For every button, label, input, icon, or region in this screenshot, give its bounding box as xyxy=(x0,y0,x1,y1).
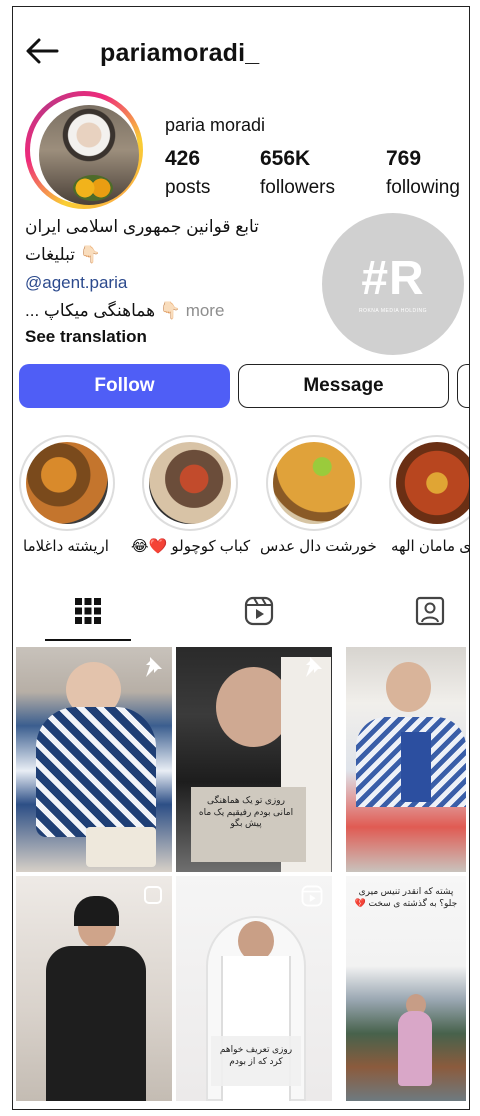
highlight-2-image xyxy=(149,442,231,524)
profile-username: pariamoradi_ xyxy=(100,39,260,67)
followers-stat[interactable]: 656K followers xyxy=(260,147,335,199)
profile-screen: pariamoradi_ paria moradi 426 posts 656K… xyxy=(12,6,470,1110)
reels-tab[interactable] xyxy=(239,591,279,631)
posts-count: 426 xyxy=(165,147,201,170)
post-6[interactable]: پشته که انقدر تنیس میری جلو؟ به گذشته ی … xyxy=(346,876,466,1101)
tagged-icon xyxy=(415,596,445,626)
avatar[interactable] xyxy=(39,105,139,205)
profile-full-name: paria moradi xyxy=(165,115,266,135)
post-3[interactable] xyxy=(346,647,466,872)
followers-count: 656K xyxy=(260,147,311,170)
bio-line-4: 👇🏻 هماهنگی میکاپ ... more xyxy=(25,301,325,321)
highlight-2-label: کباب کوچولو ❤️😂 xyxy=(131,538,251,555)
reels-icon xyxy=(244,596,274,626)
watermark-sub-text: ROKNA MEDIA HOLDING xyxy=(358,307,428,314)
watermark-main-text: #R xyxy=(361,251,425,305)
pin-icon xyxy=(142,655,164,682)
pin-icon xyxy=(302,655,324,682)
watermark-logo: #R ROKNA MEDIA HOLDING xyxy=(322,213,464,355)
post-5[interactable]: روزی تعریف خواهم کرد که از بودم xyxy=(176,876,332,1101)
highlight-1-image xyxy=(26,442,108,524)
tagged-tab[interactable] xyxy=(410,591,450,631)
highlight-4-label: ی مامان الهه xyxy=(391,538,470,555)
post-4[interactable] xyxy=(16,876,172,1101)
suggested-users-button[interactable] xyxy=(457,364,469,408)
following-stat[interactable]: 769 following xyxy=(386,147,460,199)
more-link[interactable]: more xyxy=(186,301,225,320)
message-button[interactable]: Message xyxy=(238,364,449,408)
posts-label: posts xyxy=(165,177,211,198)
highlight-3-image xyxy=(273,442,355,524)
highlight-2[interactable] xyxy=(142,435,238,531)
grid-icon xyxy=(75,598,101,624)
posts-stat[interactable]: 426 posts xyxy=(165,147,210,199)
post-1[interactable] xyxy=(16,647,172,872)
back-arrow-icon[interactable] xyxy=(25,37,59,65)
post-6-caption: پشته که انقدر تنیس میری جلو؟ به گذشته ی … xyxy=(354,886,458,908)
highlight-3-label: خورشت دال عدس xyxy=(260,538,377,555)
bio-line-1: تابع قوانین جمهوری اسلامی ایران xyxy=(25,217,259,236)
highlight-3[interactable] xyxy=(266,435,362,531)
highlight-1-label: اریشته داغلاما xyxy=(23,538,109,555)
sunflower-bouquet-icon xyxy=(73,175,113,201)
post-2-caption: روزی تو یک هماهنگی امانی بودم رفیقیم یک … xyxy=(198,795,294,829)
story-ring[interactable] xyxy=(25,91,143,209)
active-tab-indicator xyxy=(45,639,131,641)
bio-line-2: 👇🏻 تبلیغات xyxy=(25,245,101,264)
followers-label: followers xyxy=(260,177,335,198)
reels-icon xyxy=(301,885,323,912)
follow-button[interactable]: Follow xyxy=(19,364,230,408)
following-count: 769 xyxy=(386,147,422,170)
post-5-caption: روزی تعریف خواهم کرد که از بودم xyxy=(219,1044,293,1066)
bio-line-4-text: 👇🏻 هماهنگی میکاپ ... xyxy=(25,301,181,320)
grid-tab[interactable] xyxy=(68,591,108,631)
highlight-4[interactable] xyxy=(389,435,469,531)
highlight-1[interactable] xyxy=(19,435,115,531)
post-2[interactable]: روزی تو یک هماهنگی امانی بودم رفیقیم یک … xyxy=(176,647,332,872)
profile-tabs xyxy=(13,591,469,641)
following-label: following xyxy=(386,177,460,198)
square-icon xyxy=(143,885,163,910)
bio-link[interactable]: @agent.paria xyxy=(25,273,325,293)
highlight-4-image xyxy=(396,442,469,524)
see-translation-link[interactable]: See translation xyxy=(25,327,325,347)
